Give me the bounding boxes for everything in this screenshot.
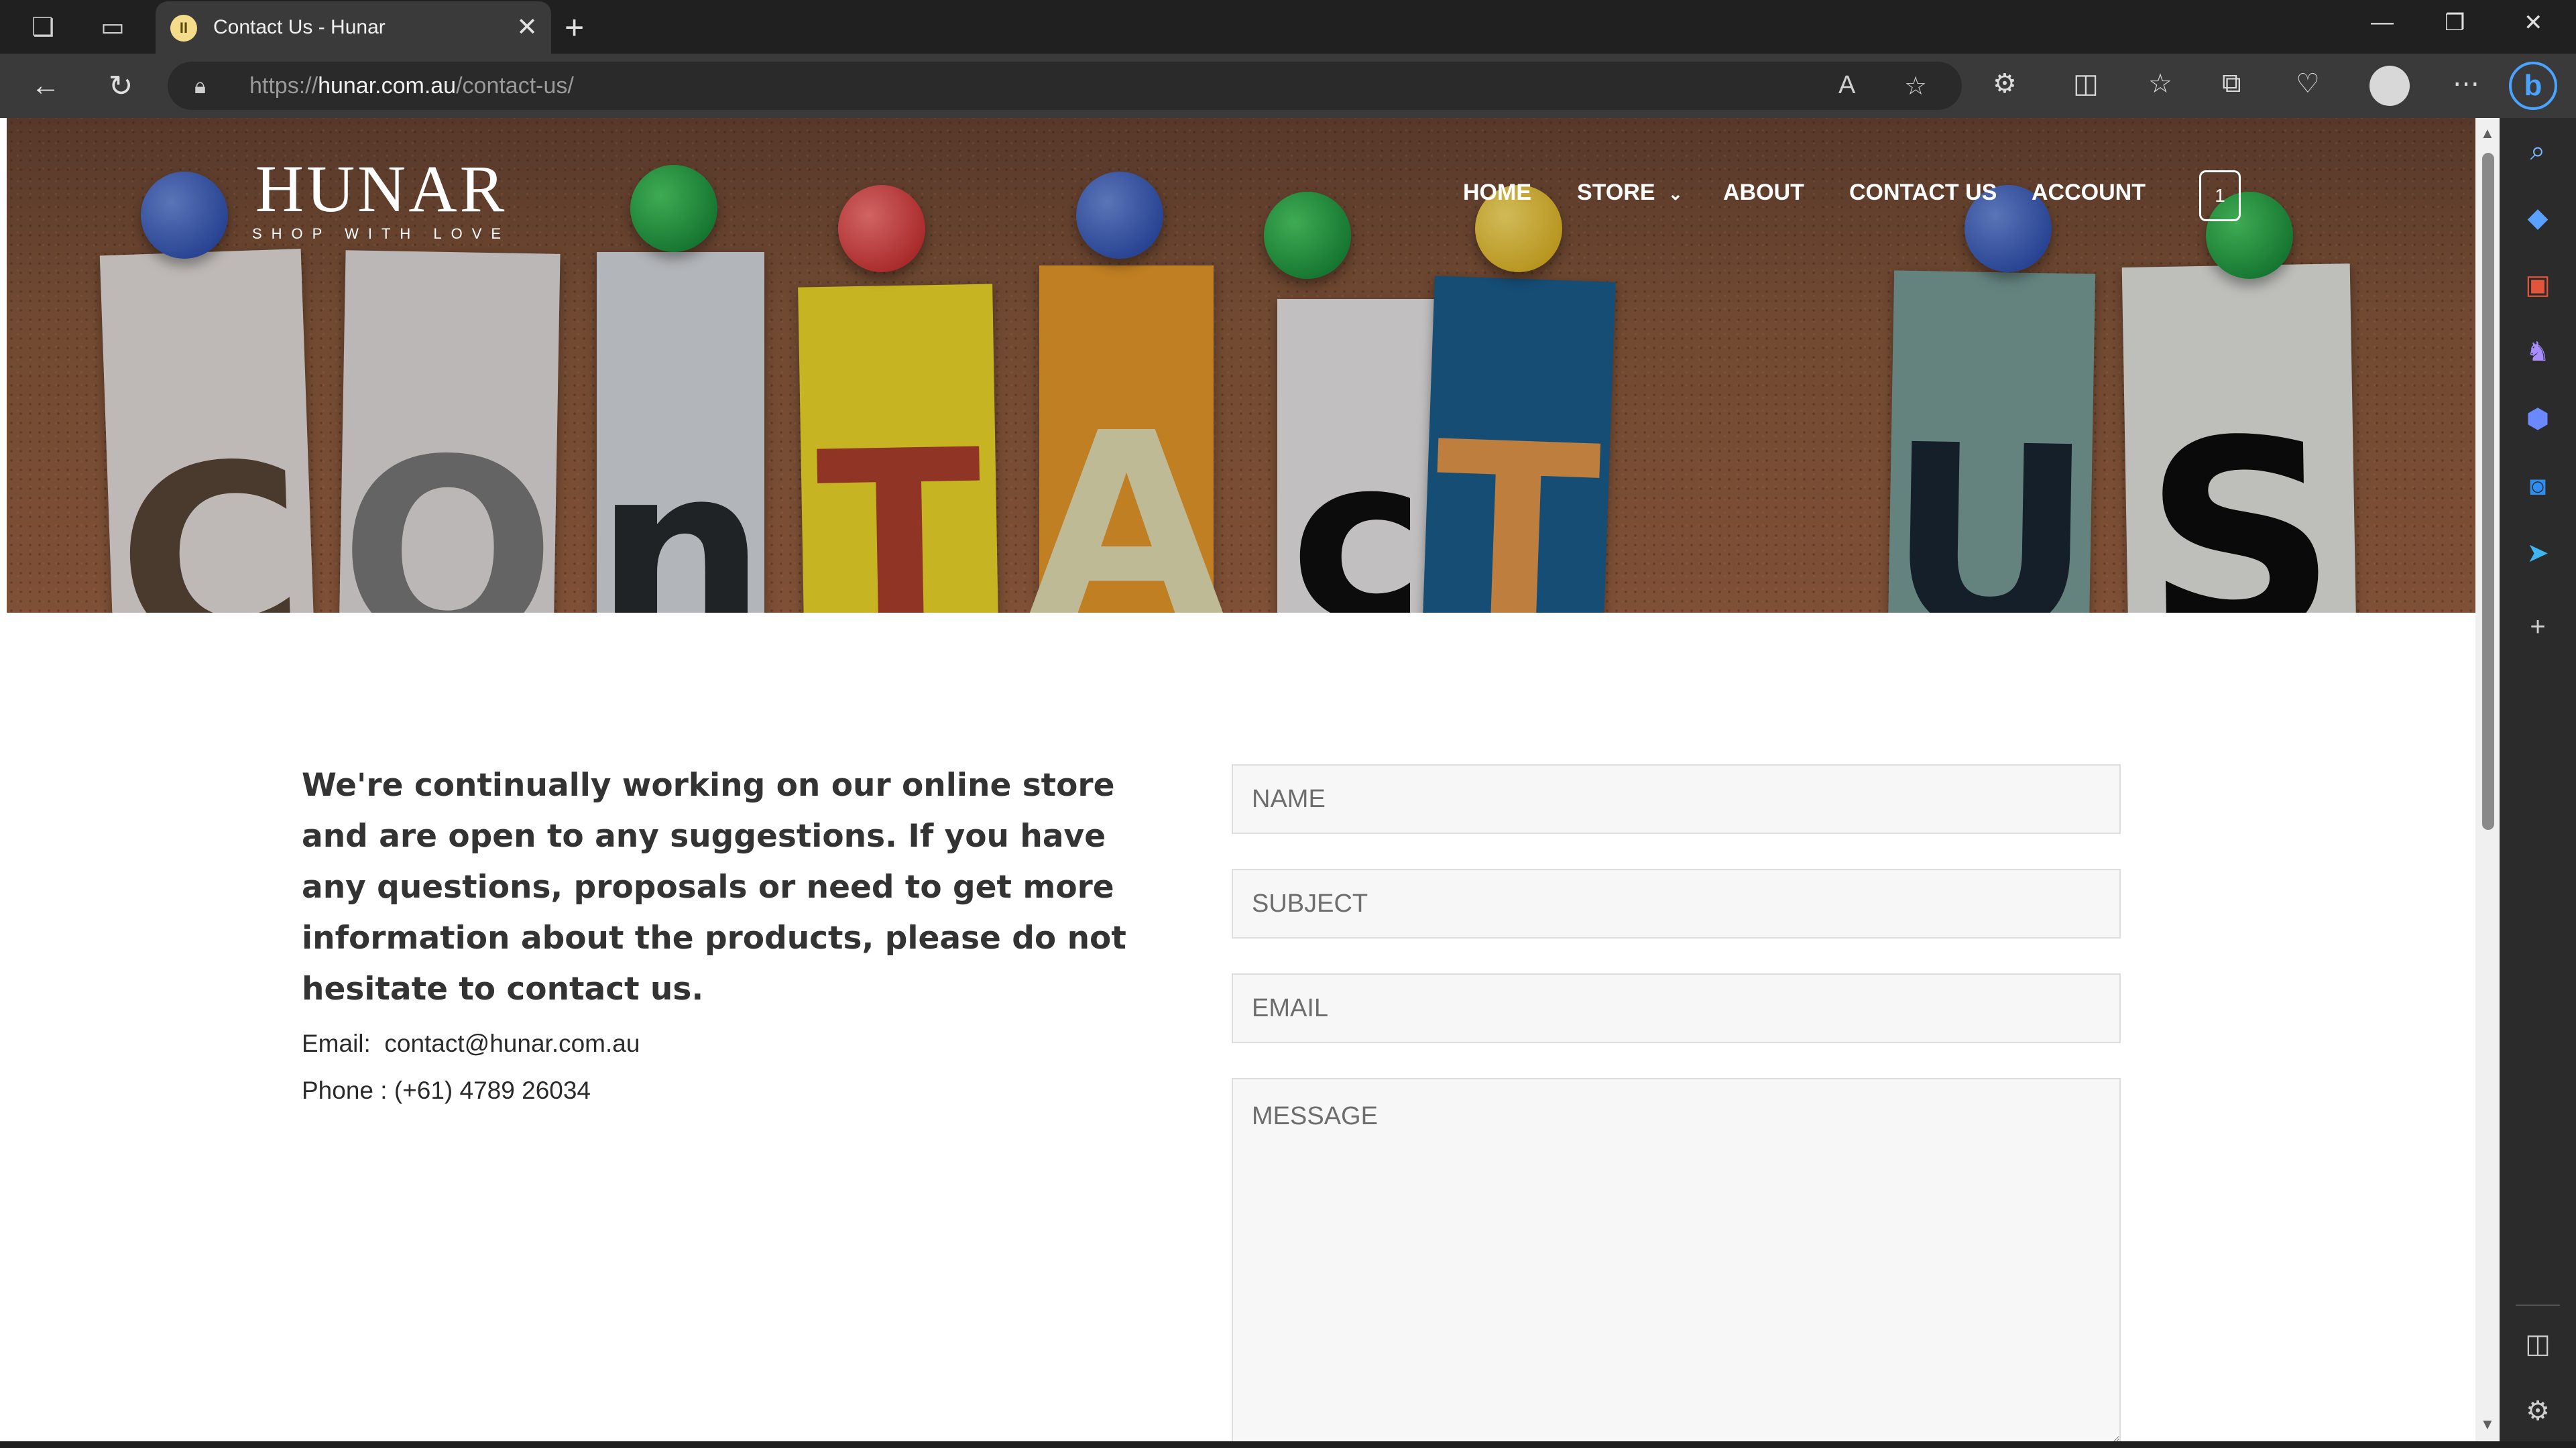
cart-count: 1: [2215, 185, 2225, 206]
briefcase-icon[interactable]: ▣: [2518, 265, 2557, 304]
read-aloud-icon[interactable]: A: [1838, 71, 1855, 100]
lock-icon[interactable]: 🔒︎: [194, 74, 219, 98]
browser-sidebar: ⌕ ◆ ▣ ♞ ⬢ ◙ ➤ + ◫ ⚙: [2500, 118, 2576, 1448]
nav-account[interactable]: ACCOUNT: [2032, 180, 2146, 206]
nav-store-label: STORE: [1577, 180, 1655, 205]
phone-line: Phone : (+61) 4789 26034: [302, 1077, 591, 1105]
profile-avatar[interactable]: [2369, 66, 2410, 106]
send-icon[interactable]: ➤: [2518, 534, 2557, 572]
site-logo[interactable]: HUNAR SHOP WITH LOVE: [252, 156, 510, 243]
hero-banner: C O n T A c T U S HUNAR SHOP WITH LOVE H…: [7, 118, 2475, 613]
tab-close-icon[interactable]: ✕: [516, 12, 538, 42]
collections-icon[interactable]: ⧉: [2222, 68, 2241, 99]
more-options-icon[interactable]: ⋯: [2453, 68, 2479, 99]
url-text[interactable]: https://hunar.com.au/contact-us/: [249, 72, 574, 99]
chess-icon[interactable]: ♞: [2518, 333, 2557, 371]
subject-field[interactable]: [1232, 869, 2121, 939]
phone-value[interactable]: (+61) 4789 26034: [394, 1077, 591, 1104]
extensions-icon[interactable]: ⚙: [1993, 68, 2017, 99]
refresh-icon[interactable]: ↻: [101, 66, 141, 106]
sidebar-panel-icon[interactable]: ◫: [2518, 1325, 2557, 1364]
name-field[interactable]: [1232, 764, 2121, 834]
email-line: Email: contact@hunar.com.au: [302, 1030, 640, 1058]
tab-contact-us[interactable]: II Contact Us - Hunar ✕: [156, 1, 551, 54]
copilot-icon[interactable]: b: [2509, 62, 2557, 110]
logo-tagline: SHOP WITH LOVE: [252, 225, 511, 242]
cart-bag-icon[interactable]: 1: [2199, 170, 2241, 221]
favorite-star-icon[interactable]: ☆: [1904, 71, 1927, 101]
email-label: Email:: [302, 1030, 371, 1057]
window-bottom-edge: [0, 1441, 2576, 1448]
search-icon[interactable]: ⌕: [2518, 131, 2557, 170]
close-window-icon[interactable]: ✕: [2524, 9, 2543, 36]
tab-title: Contact Us - Hunar: [213, 16, 386, 38]
tab-actions-icon[interactable]: ▭: [94, 8, 131, 46]
tag-icon[interactable]: ◆: [2518, 198, 2557, 237]
new-tab-icon[interactable]: +: [565, 8, 584, 47]
contact-intro-text: We're continually working on our online …: [302, 767, 1126, 1008]
nav-about[interactable]: ABOUT: [1723, 180, 1804, 206]
email-value[interactable]: contact@hunar.com.au: [384, 1030, 640, 1057]
url-host: hunar.com.au: [318, 73, 457, 99]
workspaces-icon[interactable]: ❏: [24, 8, 62, 46]
settings-icon[interactable]: ⚙: [2518, 1392, 2557, 1431]
outlook-icon[interactable]: ◙: [2518, 467, 2557, 505]
scroll-thumb[interactable]: [2482, 153, 2494, 830]
nav-contact-us[interactable]: CONTACT US: [1849, 180, 1997, 206]
phone-label: Phone :: [302, 1077, 388, 1104]
back-icon[interactable]: ←: [25, 66, 66, 106]
split-screen-icon[interactable]: ◫: [2073, 68, 2099, 99]
browser-toolbar: ← ↻ 🔒︎ https://hunar.com.au/contact-us/ …: [0, 54, 2576, 118]
scroll-up-icon[interactable]: ▲: [2480, 125, 2495, 142]
add-icon[interactable]: +: [2518, 607, 2557, 646]
favorites-icon[interactable]: ☆: [2148, 68, 2172, 99]
logo-name: HUNAR: [255, 152, 508, 226]
browser-essentials-icon[interactable]: ♡: [2296, 68, 2320, 99]
sidebar-divider: [2516, 1305, 2560, 1306]
browser-titlebar: ❏ ▭ II Contact Us - Hunar ✕ + — ❐ ✕: [0, 0, 2576, 54]
nav-home[interactable]: HOME: [1463, 180, 1531, 206]
email-field[interactable]: [1232, 973, 2121, 1043]
url-path: /contact-us/: [456, 73, 574, 99]
url-scheme: https://: [249, 73, 318, 99]
restore-icon[interactable]: ❐: [2445, 9, 2465, 36]
page-scrollbar[interactable]: ▲ ▼: [2475, 118, 2500, 1441]
scroll-down-icon[interactable]: ▼: [2480, 1416, 2495, 1433]
message-field[interactable]: [1232, 1078, 2121, 1441]
page-viewport: C O n T A c T U S HUNAR SHOP WITH LOVE H…: [7, 118, 2475, 1441]
minimize-icon[interactable]: —: [2371, 9, 2394, 36]
nav-store[interactable]: STORE ⌄: [1577, 180, 1683, 206]
chevron-down-icon: ⌄: [1667, 184, 1683, 204]
address-bar[interactable]: 🔒︎ https://hunar.com.au/contact-us/ A ☆: [168, 62, 1962, 110]
copilot-icon[interactable]: ⬢: [2518, 400, 2557, 438]
tab-favicon-icon: II: [170, 15, 197, 42]
